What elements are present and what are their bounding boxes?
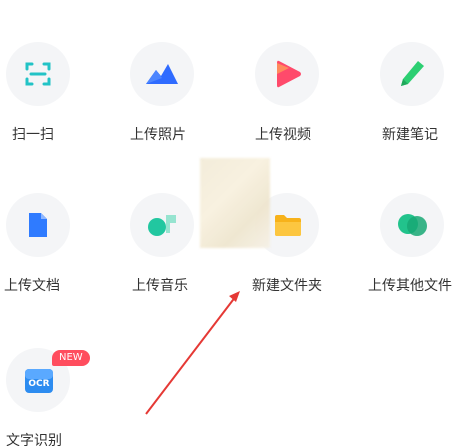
ocr-icon: OCR [25,369,53,393]
upload-menu-panel: 扫一扫 上传照片 上传视频 新建笔记 上传文档 上传音乐 新建文件夹 上传其他文… [0,0,470,446]
upload-document-button[interactable]: 上传文档 [4,193,116,301]
other-files-icon [398,214,427,236]
upload-video-button[interactable]: 上传视频 [255,42,365,150]
upload-music-label: 上传音乐 [132,278,188,294]
scan-label: 扫一扫 [12,127,54,143]
music-icon [148,215,176,236]
new-folder-label: 新建文件夹 [252,278,322,294]
scan-icon [25,62,51,86]
upload-photo-button[interactable]: 上传照片 [130,42,240,150]
folder-icon [275,215,301,236]
upload-document-label: 上传文档 [4,278,60,294]
new-badge: NEW [52,350,90,366]
upload-photo-label: 上传照片 [130,127,186,143]
upload-other-files-label: 上传其他文件 [368,278,452,294]
document-icon [29,213,47,237]
text-recognition-button[interactable]: OCR NEW 文字识别 [6,348,116,446]
new-note-button[interactable]: 新建笔记 [380,42,470,150]
new-folder-button[interactable]: 新建文件夹 [252,193,365,301]
new-note-label: 新建笔记 [382,127,438,143]
ocr-icon-text: OCR [28,379,49,389]
upload-video-label: 上传视频 [255,127,311,143]
blurred-overlay [200,158,270,248]
text-recognition-label: 文字识别 [6,433,62,446]
upload-other-files-button[interactable]: 上传其他文件 [368,193,470,301]
video-play-icon [277,60,301,88]
scan-button[interactable]: 扫一扫 [6,42,116,150]
pen-icon [401,61,424,86]
photo-icon [146,64,178,84]
